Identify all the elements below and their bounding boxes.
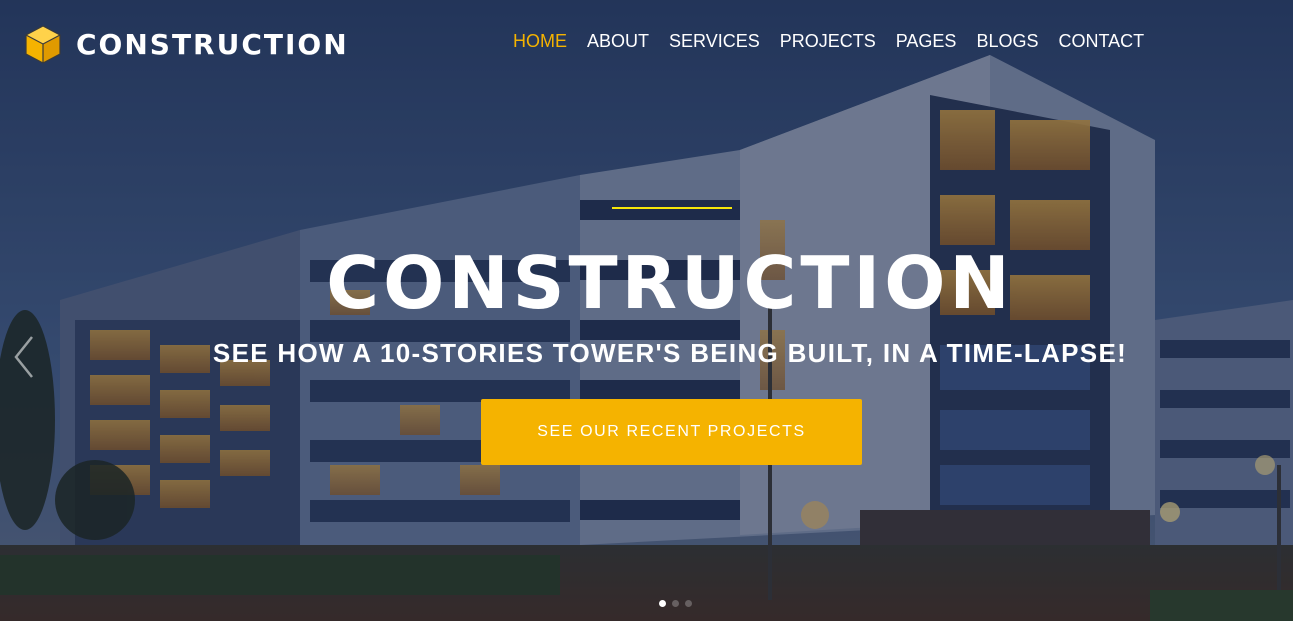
site-header: CONSTRUCTION HOME ABOUT SERVICES PROJECT…	[0, 0, 1293, 88]
brand-name: CONSTRUCTION	[76, 27, 349, 61]
cube-icon	[25, 25, 61, 64]
slider-dot[interactable]	[672, 600, 679, 607]
nav-item-contact[interactable]: CONTACT	[1058, 31, 1144, 52]
slider-dots	[659, 600, 692, 607]
slider-dot[interactable]	[685, 600, 692, 607]
nav-item-about[interactable]: ABOUT	[587, 31, 649, 52]
nav-item-pages[interactable]: PAGES	[896, 31, 957, 52]
hero-slider: CONSTRUCTION HOME ABOUT SERVICES PROJECT…	[0, 0, 1293, 621]
nav-item-projects[interactable]: PROJECTS	[780, 31, 876, 52]
nav-item-services[interactable]: SERVICES	[669, 31, 760, 52]
hero-subtitle: SEE HOW A 10-STORIES TOWER'S BEING BUILT…	[212, 338, 1128, 368]
nav-item-blogs[interactable]: BLOGS	[976, 31, 1038, 52]
slider-dot[interactable]	[659, 600, 666, 607]
main-nav: HOME ABOUT SERVICES PROJECTS PAGES BLOGS…	[513, 31, 1164, 52]
title-divider	[612, 207, 732, 209]
see-recent-projects-button[interactable]: SEE OUR RECENT PROJECTS	[481, 399, 862, 465]
nav-item-home[interactable]: HOME	[513, 31, 567, 52]
brand-logo[interactable]: CONSTRUCTION	[24, 24, 349, 64]
hero-title: CONSTRUCTION	[326, 241, 1014, 325]
chevron-left-icon[interactable]	[10, 333, 38, 381]
